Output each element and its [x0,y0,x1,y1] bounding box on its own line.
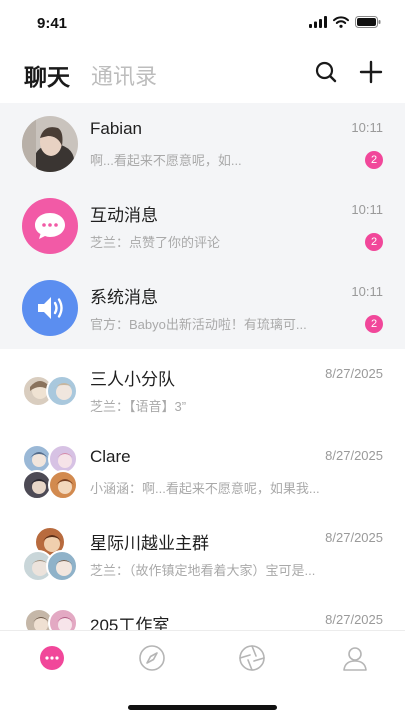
conversation-time: 8/27/2025 [325,612,383,627]
chat-bubble-icon [35,213,65,239]
conversation-row[interactable]: 三人小分队 芝兰：【语音】3” 8/27/2025 [0,349,405,431]
profile-icon [343,647,367,671]
conversation-preview: 官方：Babyo出新活动啦！有琉璃可... [90,317,307,332]
group-avatar [22,608,78,630]
conversation-list: Fabian 啊...看起来不愿意呢，如... 10:11 2 互动消息 芝兰：… [0,103,405,630]
tab-contacts[interactable]: 通讯录 [91,59,157,91]
conversation-time: 8/27/2025 [325,530,383,545]
home-indicator [128,705,277,710]
conversation-time: 10:11 [351,202,383,217]
member-avatar [48,608,78,630]
member-avatar [48,470,78,500]
conversation-row[interactable]: Clare 小涵涵：啊...看起来不愿意呢，如果我... 8/27/2025 [0,431,405,513]
speaker-icon [38,297,63,319]
conversation-preview: 芝兰：【语音】3” [90,399,187,414]
member-avatar [46,550,78,582]
conversation-preview: 小涵涵：啊...看起来不愿意呢，如果我... [90,481,320,496]
status-time: 9:41 [37,15,68,32]
avatar [22,280,78,336]
group-avatar [22,362,78,418]
conversation-row[interactable]: 互动消息 芝兰：点赞了你的评论 10:11 2 [0,185,405,267]
tab-moments-nav[interactable] [237,643,267,673]
group-avatar [22,526,78,582]
unread-badge: 2 [365,315,383,333]
add-button[interactable] [357,58,385,86]
conversation-name: 三人小分队 [90,370,175,389]
conversation-name: 205工作室 [90,616,170,630]
chat-bubble-icon [40,646,64,670]
unread-badge: 2 [365,151,383,169]
tab-profile-nav[interactable] [340,643,370,673]
top-header: 聊天 通讯录 [0,50,405,98]
avatar [22,116,78,172]
search-icon [315,61,337,83]
avatar [22,198,78,254]
cellular-signal-icon [309,16,327,28]
conversation-time: 10:11 [351,120,383,135]
status-icons [309,16,381,28]
tab-discover-nav[interactable] [137,643,167,673]
group-avatar [22,444,78,500]
aperture-icon [239,645,265,671]
wifi-icon [333,16,349,28]
battery-icon [355,16,381,28]
search-button[interactable] [312,58,340,86]
conversation-name: 星际川越业主群 [90,534,209,553]
conversation-name: 互动消息 [90,206,158,225]
conversation-row[interactable]: Fabian 啊...看起来不愿意呢，如... 10:11 2 [0,103,405,185]
status-bar: 9:41 [0,0,405,48]
conversation-preview: 芝兰：点赞了你的评论 [90,235,221,250]
conversation-row[interactable]: 星际川越业主群 芝兰：（故作镇定地看着大家）宝可是... 8/27/2025 [0,513,405,595]
conversation-name: Fabian [90,119,142,138]
conversation-row[interactable]: 系统消息 官方：Babyo出新活动啦！有琉璃可... 10:11 2 [0,267,405,349]
interaction-avatar [22,198,78,254]
conversation-time: 8/27/2025 [325,366,383,381]
conversation-name: Clare [90,447,131,466]
tab-chat-nav[interactable] [37,643,67,673]
conversation-name: 系统消息 [90,288,158,307]
plus-icon [359,60,383,84]
conversation-preview: 啊...看起来不愿意呢，如... [90,153,242,168]
tab-chat[interactable]: 聊天 [24,58,70,92]
conversation-time: 10:11 [351,284,383,299]
portrait-avatar-image [22,116,78,172]
unread-badge: 2 [365,233,383,251]
conversation-time: 8/27/2025 [325,448,383,463]
system-avatar [22,280,78,336]
compass-icon [139,645,165,671]
member-avatar [46,375,78,407]
conversation-preview: 芝兰：（故作镇定地看着大家）宝可是... [90,563,316,578]
conversation-row[interactable]: 205工作室 8/27/2025 [0,595,405,630]
